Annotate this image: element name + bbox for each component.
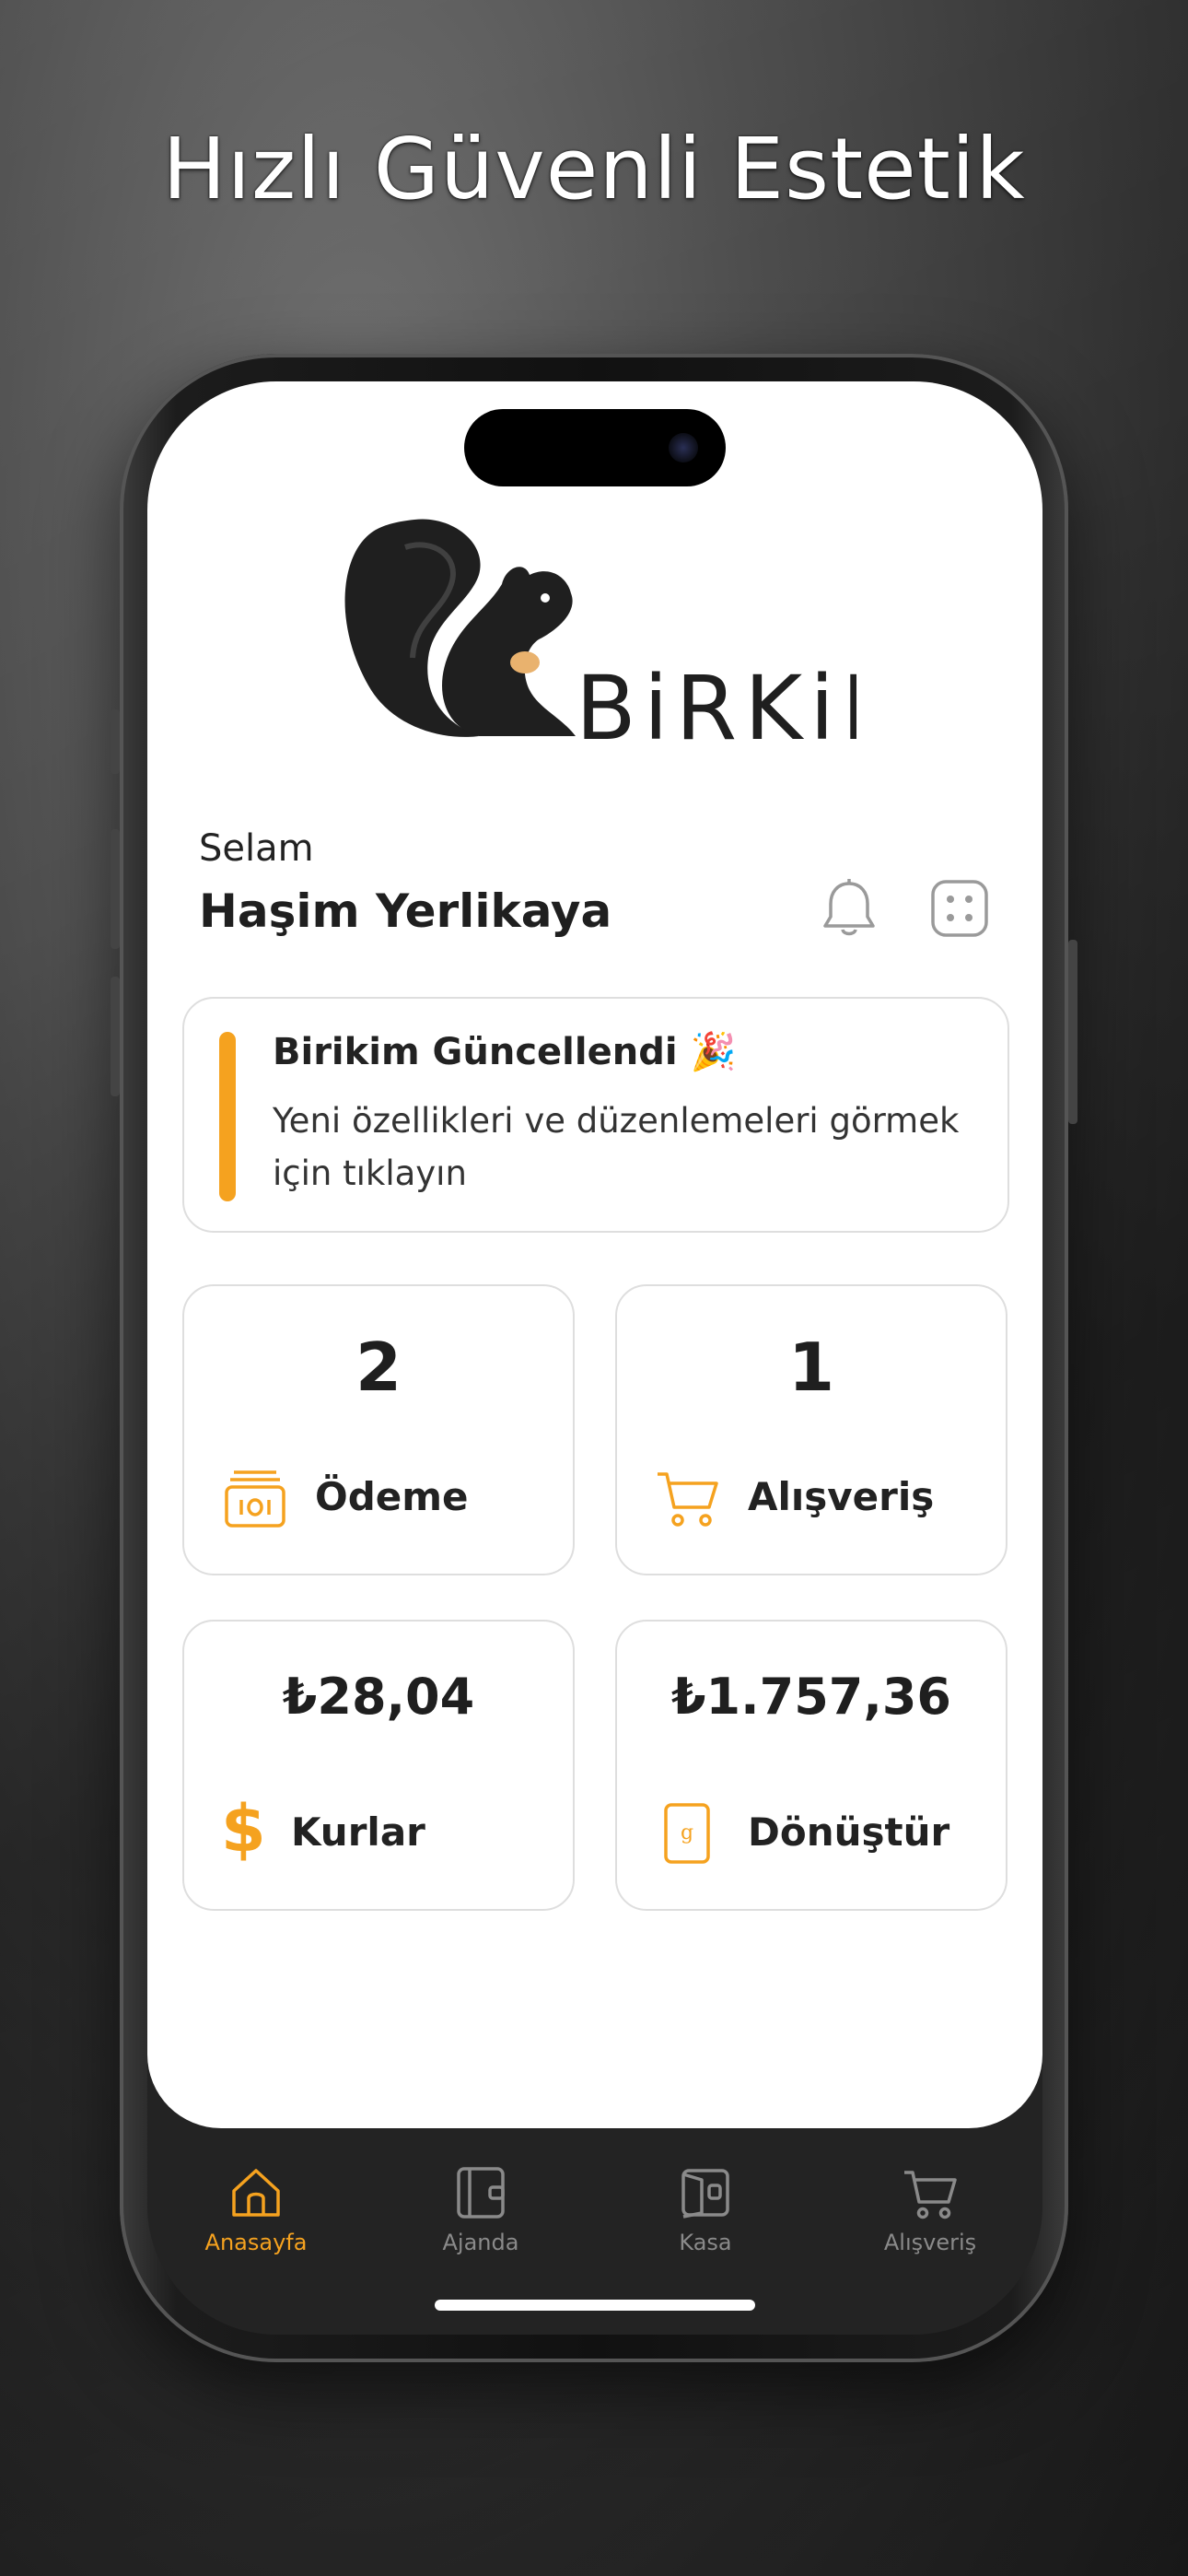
- logo-text: BiRKiM: [576, 657, 856, 759]
- tab-label: Ajanda: [442, 2230, 519, 2255]
- phone-power-button: [1068, 940, 1077, 1124]
- tile-label: Dönüştür: [748, 1809, 950, 1855]
- tile-value: ₺1.757,36: [670, 1668, 952, 1726]
- tile-value: 1: [787, 1329, 835, 1406]
- tab-agenda[interactable]: Ajanda: [398, 2165, 564, 2255]
- birkim-logo: BiRKiM: [341, 510, 918, 760]
- tile-value: 2: [355, 1329, 402, 1406]
- svg-text:g: g: [681, 1821, 693, 1844]
- wallet-icon: [457, 2167, 505, 2219]
- dollar-icon: $: [221, 1791, 266, 1867]
- menu-grid-button[interactable]: [923, 872, 996, 945]
- tab-shopping[interactable]: Alışveriş: [847, 2165, 1013, 2255]
- tab-label: Kasa: [679, 2230, 732, 2255]
- home-content: BiRKiM Selam Haşim Yerlikaya Birikim Gün…: [147, 381, 1042, 2128]
- notifications-button[interactable]: [812, 872, 886, 945]
- grid-icon: [931, 880, 988, 937]
- tab-label: Alışveriş: [883, 2230, 977, 2255]
- tab-safe[interactable]: Kasa: [623, 2165, 788, 2255]
- shopping-tile[interactable]: 1 Alışveriş: [615, 1284, 1007, 1575]
- cart-icon: [904, 2171, 957, 2219]
- phone-volume-down: [111, 977, 120, 1096]
- user-name: Haşim Yerlikaya: [199, 884, 612, 938]
- notice-accent-bar: [219, 1032, 236, 1201]
- money-stack-icon: [225, 1470, 285, 1528]
- payment-tile[interactable]: 2 Ödeme: [182, 1284, 575, 1575]
- cart-icon: [658, 1472, 718, 1527]
- squirrel-logo-icon: BiRKiM: [344, 519, 918, 760]
- dynamic-island: [464, 409, 726, 486]
- safe-icon: [681, 2169, 729, 2219]
- phone-volume-up: [111, 829, 120, 949]
- tile-label: Alışveriş: [748, 1474, 935, 1519]
- home-icon: [232, 2169, 280, 2217]
- greeting-label: Selam: [199, 827, 314, 870]
- notice-title: Birikim Güncellendi 🎉: [273, 1031, 737, 1073]
- tile-label: Ödeme: [315, 1474, 469, 1519]
- camera: [669, 433, 698, 463]
- tab-label: Anasayfa: [204, 2230, 308, 2255]
- tile-label: Kurlar: [291, 1809, 425, 1855]
- tab-home[interactable]: Anasayfa: [173, 2165, 339, 2255]
- exchange-rates-tile[interactable]: ₺28,04 $ Kurlar: [182, 1620, 575, 1911]
- update-notice-card[interactable]: Birikim Güncellendi 🎉 Yeni özellikleri v…: [182, 997, 1009, 1233]
- marketing-headline: Hızlı Güvenli Estetik: [162, 120, 1026, 218]
- tile-value: ₺28,04: [282, 1668, 475, 1726]
- bell-icon: [823, 879, 875, 936]
- gold-bar-icon: g: [664, 1803, 710, 1864]
- convert-tile[interactable]: ₺1.757,36 g Dönüştür: [615, 1620, 1007, 1911]
- notice-body: Yeni özellikleri ve düzenlemeleri görmek…: [273, 1101, 960, 1193]
- home-indicator[interactable]: [435, 2300, 755, 2311]
- phone-side-button: [111, 709, 120, 774]
- phone-screen: BiRKiM Selam Haşim Yerlikaya Birikim Gün…: [147, 381, 1042, 2335]
